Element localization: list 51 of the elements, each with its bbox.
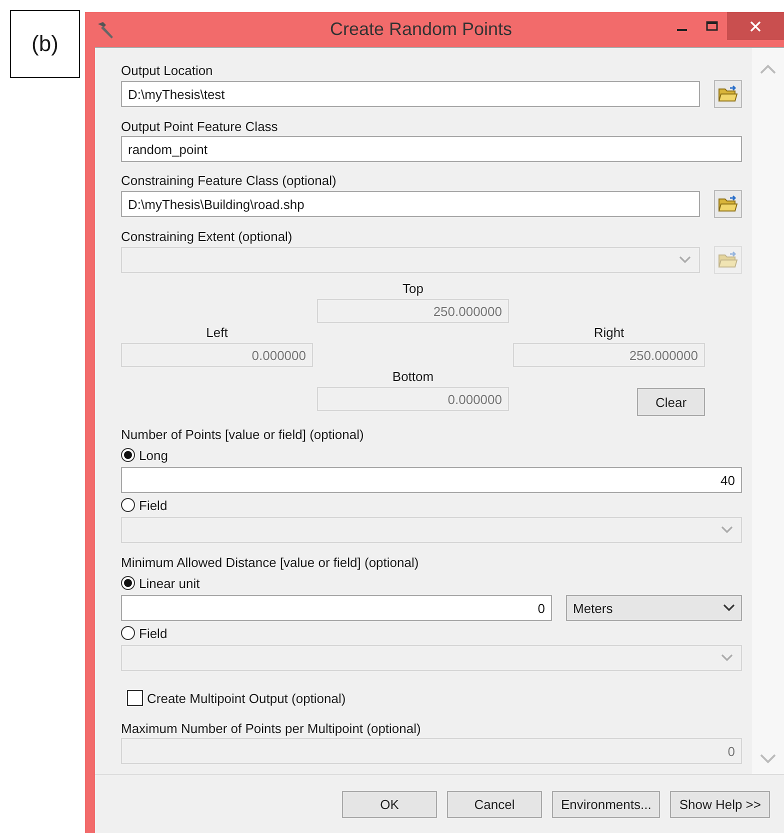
radio-label: Long [139,448,168,462]
radio-button[interactable] [121,448,135,462]
field-label: Top [402,280,424,298]
chevron-down-icon [679,256,691,264]
chevron-down-icon [723,604,735,612]
radio-label: Field [139,498,168,512]
checkbox-label: Create Multipoint Output (optional) [147,690,346,706]
folder-icon [718,85,738,103]
field-label: Constraining Feature Class (optional) [121,172,338,190]
checkbox[interactable] [127,690,143,706]
radio-label: Linear unit [139,576,200,590]
unit-dropdown[interactable]: Meters [566,595,742,621]
chevron-up-icon [760,64,776,74]
field-label: Maximum Number of Points per Multipoint (optional) [121,720,422,738]
field-dropdown[interactable] [121,517,742,543]
figure-label: (b) [10,10,80,78]
scrollbar[interactable] [752,48,784,774]
field-dropdown[interactable] [121,645,742,671]
radio-button[interactable] [121,626,135,640]
close-icon [750,20,761,32]
field-label: Right [592,324,626,342]
radio-button[interactable] [121,498,135,512]
field-label: Bottom [391,368,435,386]
minimize-icon [677,29,687,31]
value-field[interactable]: 0 [121,595,552,621]
folder-icon [718,195,738,213]
folder-icon [718,251,738,269]
field-label: Minimum Allowed Distance [value or field] (optional) [121,554,420,572]
dialog-button[interactable]: OK [342,790,437,818]
text-field[interactable]: random_point [121,136,742,162]
dialog-button[interactable]: Cancel [447,790,542,818]
browse-button[interactable] [714,80,742,108]
close-button[interactable] [727,12,784,40]
chevron-down-icon [721,654,733,662]
field-label: Left [205,324,229,342]
text-field[interactable]: D:\myThesis\test [121,81,700,107]
browse-button[interactable] [714,190,742,218]
maximize-icon [706,21,718,31]
text-field[interactable]: D:\myThesis\Building\road.shp [121,191,700,217]
field-label: Number of Points [value or field] (optional) [121,426,365,444]
chevron-down-icon [760,754,776,764]
window-title: Create Random Points [328,19,514,40]
value-field[interactable]: 40 [121,467,742,493]
field-label: Constraining Extent (optional) [121,228,294,246]
dialog-button[interactable]: Environments... [552,790,660,818]
chevron-down-icon [721,526,733,534]
field-label: Output Location [121,62,214,80]
radio-button[interactable] [121,576,135,590]
radio-label: Field [139,626,168,640]
dialog-button[interactable]: Show Help >> [670,790,770,818]
field-label: Output Point Feature Class [121,118,279,136]
